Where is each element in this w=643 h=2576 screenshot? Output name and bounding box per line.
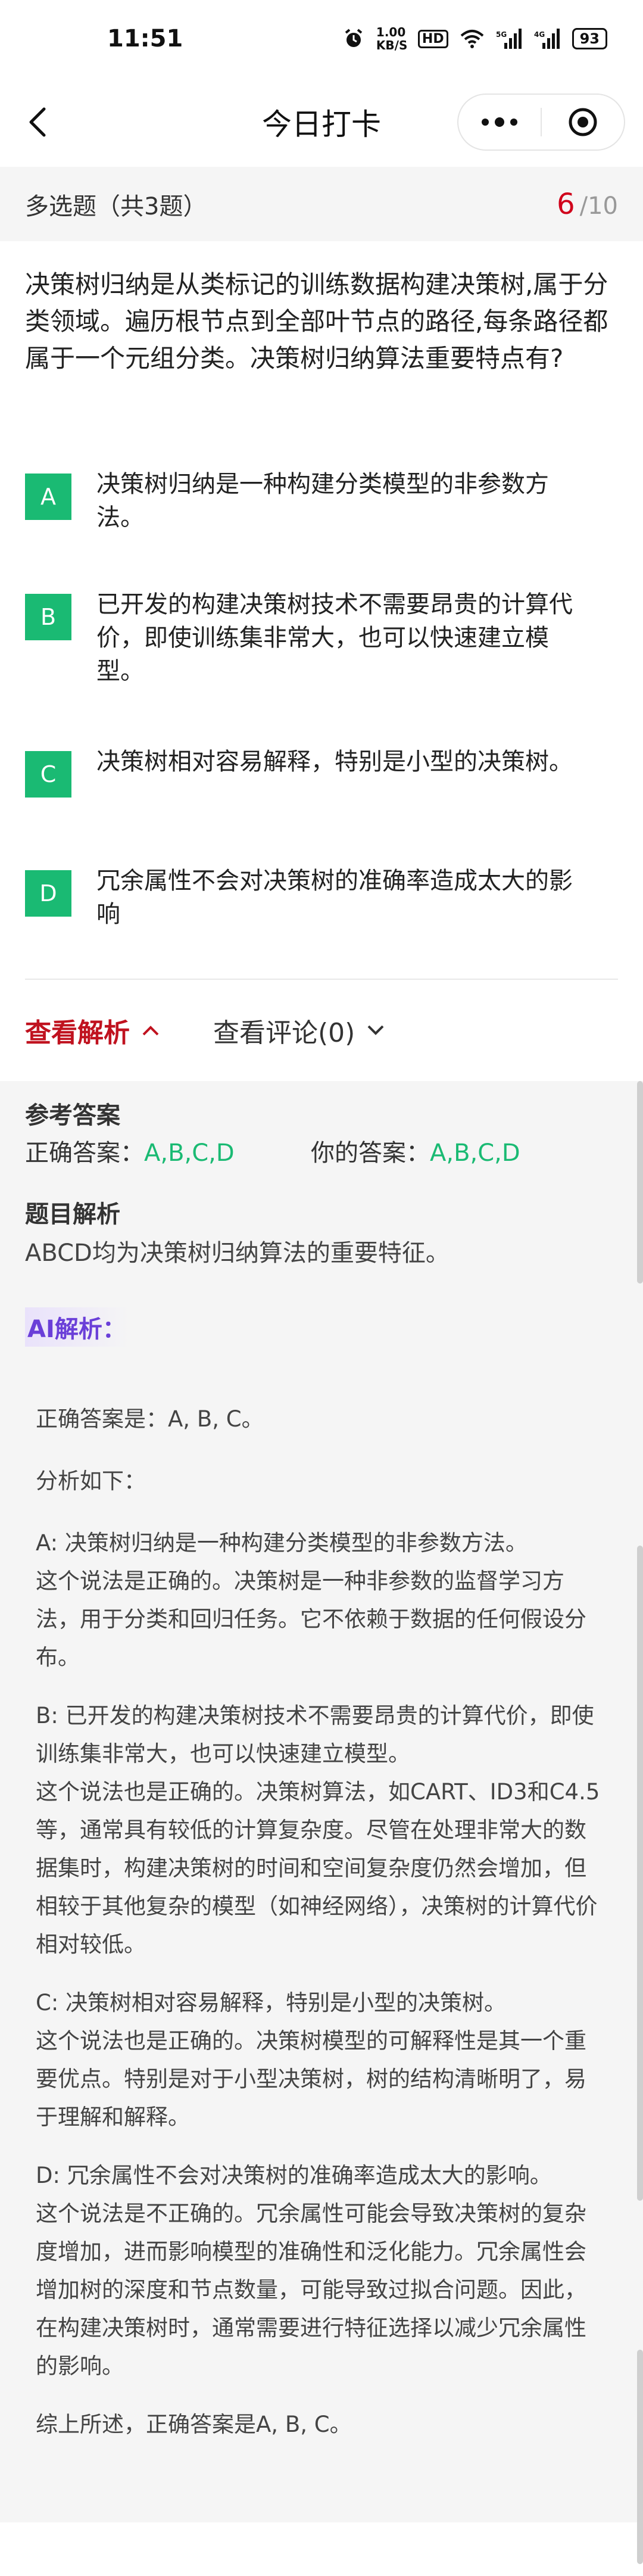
correct-answer-label: 正确答案： xyxy=(25,1139,144,1167)
option-letter: D xyxy=(25,870,71,917)
analysis-panel: 参考答案 正确答案：A,B,C,D 你的答案：A,B,C,D 题目解析 ABCD… xyxy=(0,1081,643,2564)
ai-paragraph: 正确答案是：A, B, C。 xyxy=(36,1406,264,1432)
tab-comments-label: 查看评论(0) xyxy=(213,1018,355,1048)
option-text: 冗余属性不会对决策树的准确率造成太大的影响 xyxy=(96,867,573,928)
explanation-title: 题目解析 xyxy=(25,1201,120,1228)
battery-icon: 93 xyxy=(572,28,607,49)
question-text: 决策树归纳是从类标记的训练数据构建决策树,属于分类领域。遍历根节点到全部叶节点的… xyxy=(25,270,608,373)
net-speed: 1.00 KB/S xyxy=(376,25,408,52)
option-b[interactable]: B 已开发的构建决策树技术不需要昂贵的计算代价，即使训练集非常大，也可以快速建立… xyxy=(25,588,618,688)
question-total: /10 xyxy=(579,192,618,220)
tab-analysis-label: 查看解析 xyxy=(25,1018,130,1048)
chevron-up-icon xyxy=(142,1026,159,1036)
chevron-down-icon xyxy=(367,1025,384,1035)
tab-comments[interactable]: 查看评论(0) xyxy=(213,1011,385,1049)
ai-paragraph: 这个说法也是正确的。决策树模型的可解释性是其一个重要优点。特别是对于小型决策树，… xyxy=(36,2028,586,2130)
your-answer-value: A,B,C,D xyxy=(430,1139,520,1167)
scrollbar[interactable] xyxy=(637,1081,643,1284)
status-icons: 1.00 KB/S HD 5G 4G 93 xyxy=(343,26,607,52)
mini-program-capsule xyxy=(457,94,625,151)
scrollbar[interactable] xyxy=(637,2350,643,2564)
option-a[interactable]: A 决策树归纳是一种构建分类模型的非参数方法。 xyxy=(25,468,618,534)
ai-paragraph: 综上所述，正确答案是A, B, C。 xyxy=(36,2412,352,2437)
more-dots-icon[interactable] xyxy=(458,95,541,149)
status-time: 11:51 xyxy=(107,25,183,52)
question-type-label: 多选题（共3题） xyxy=(25,192,207,220)
ai-paragraph: D: 冗余属性不会对决策树的准确率造成太大的影响。 xyxy=(36,2163,552,2188)
option-text: 已开发的构建决策树技术不需要昂贵的计算代价，即使训练集非常大，也可以快速建立模型… xyxy=(96,591,573,685)
svg-text:4G: 4G xyxy=(534,30,545,39)
correct-answer: 正确答案：A,B,C,D xyxy=(25,1135,311,1172)
ai-paragraph: 这个说法是正确的。决策树是一种非参数的监督学习方法，用于分类和回归任务。它不依赖… xyxy=(36,1568,586,1670)
wifi-icon xyxy=(460,30,483,48)
explanation-text: ABCD均为决策树归纳算法的重要特征。 xyxy=(25,1239,450,1267)
reference-answer-title: 参考答案 xyxy=(25,1102,120,1129)
svg-text:5G: 5G xyxy=(496,30,507,39)
ai-analysis-title: AI解析： xyxy=(25,1307,129,1347)
your-answer: 你的答案：A,B,C,D xyxy=(311,1135,597,1172)
analysis-tabs: 查看解析 查看评论(0) xyxy=(0,980,643,1081)
options-list: A 决策树归纳是一种构建分类模型的非参数方法。 B 已开发的构建决策树技术不需要… xyxy=(0,468,643,931)
your-answer-label: 你的答案： xyxy=(311,1139,430,1167)
nav-bar: 今日打卡 xyxy=(0,77,643,167)
question-progress: 6/10 xyxy=(557,188,618,221)
ai-analysis-body: 正确答案是：A, B, C。 分析如下： A: 决策树归纳是一种构建分类模型的非… xyxy=(25,1347,618,2444)
hd-badge: HD xyxy=(417,29,448,48)
status-bar: 11:51 1.00 KB/S HD 5G 4G 93 xyxy=(0,0,643,77)
option-letter: C xyxy=(25,751,71,798)
option-letter: B xyxy=(25,594,71,640)
ai-paragraph: 这个说法也是正确的。决策树算法，如CART、ID3和C4.5等，通常具有较低的计… xyxy=(36,1779,600,1957)
correct-answer-value: A,B,C,D xyxy=(144,1139,235,1167)
ai-paragraph: 这个说法是不正确的。冗余属性可能会导致决策树的复杂度增加，进而影响模型的准确性和… xyxy=(36,2201,586,2379)
signal-4g-icon: 4G xyxy=(534,29,560,49)
alarm-icon xyxy=(345,29,363,47)
option-text: 决策树相对容易解释，特别是小型的决策树。 xyxy=(96,748,573,775)
option-text: 决策树归纳是一种构建分类模型的非参数方法。 xyxy=(96,471,549,531)
ai-paragraph: C: 决策树相对容易解释，特别是小型的决策树。 xyxy=(36,1990,507,2016)
target-close-icon[interactable] xyxy=(542,95,624,149)
answers-row: 正确答案：A,B,C,D 你的答案：A,B,C,D xyxy=(25,1135,618,1172)
ai-paragraph: 分析如下： xyxy=(36,1468,146,1494)
question-header: 多选题（共3题） 6/10 xyxy=(0,167,643,241)
question-current: 6 xyxy=(557,187,575,221)
tab-analysis[interactable]: 查看解析 xyxy=(25,1011,160,1049)
page-title: 今日打卡 xyxy=(262,107,381,142)
chevron-left-icon[interactable] xyxy=(24,104,54,140)
option-letter: A xyxy=(25,474,71,520)
ai-paragraph: B: 已开发的构建决策树技术不需要昂贵的计算代价，即使训练集非常大，也可以快速建… xyxy=(36,1703,594,1767)
option-c[interactable]: C 决策树相对容易解释，特别是小型的决策树。 xyxy=(25,745,618,798)
ai-paragraph: A: 决策树归纳是一种构建分类模型的非参数方法。 xyxy=(36,1530,527,1556)
signal-5g-icon: 5G xyxy=(496,29,522,49)
scrollbar[interactable] xyxy=(637,1546,643,2201)
option-d[interactable]: D 冗余属性不会对决策树的准确率造成太大的影响 xyxy=(25,864,618,931)
